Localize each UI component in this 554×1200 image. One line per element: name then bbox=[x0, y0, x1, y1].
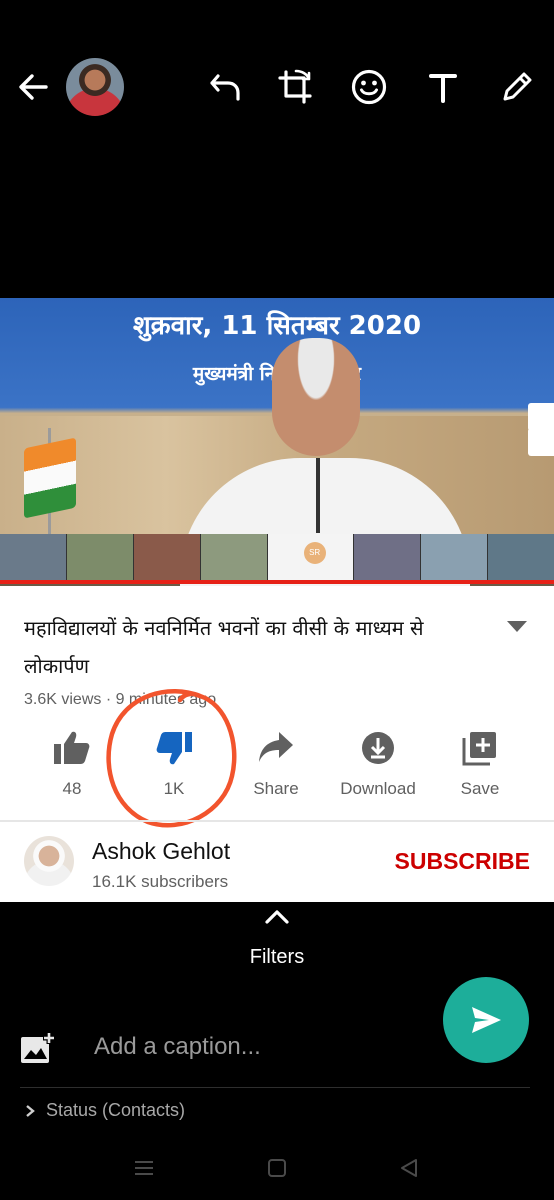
thumb-up-icon bbox=[54, 731, 90, 764]
speaker-head bbox=[272, 338, 360, 456]
caption-input[interactable]: Add a caption... bbox=[94, 1033, 261, 1061]
channel-name[interactable]: Ashok Gehlot bbox=[92, 838, 230, 865]
microphone bbox=[316, 458, 320, 533]
emoji-icon bbox=[351, 69, 387, 105]
crop-rotate-icon bbox=[278, 69, 312, 104]
chevron-up-icon bbox=[265, 910, 289, 924]
download-icon bbox=[362, 732, 394, 764]
recents-button[interactable] bbox=[132, 1156, 156, 1180]
channel-avatar[interactable] bbox=[24, 836, 74, 886]
video-player[interactable]: शुक्रवार, 11 सितम्बर 2020 मुख्यमंत्री नि… bbox=[0, 298, 554, 586]
back-button[interactable] bbox=[6, 60, 60, 114]
caret-down-icon bbox=[507, 621, 527, 632]
system-back-button[interactable] bbox=[397, 1156, 421, 1180]
home-button[interactable] bbox=[265, 1156, 289, 1180]
chevron-right-icon bbox=[26, 1105, 35, 1118]
download-label: Download bbox=[340, 779, 416, 798]
save-label: Save bbox=[460, 779, 500, 798]
send-icon bbox=[472, 1007, 501, 1033]
status-selector[interactable]: Status (Contacts) bbox=[24, 1100, 185, 1121]
expand-description-button[interactable] bbox=[506, 620, 528, 639]
status-label: Status (Contacts) bbox=[46, 1100, 186, 1120]
undo-icon bbox=[210, 74, 240, 101]
triangle-back-icon bbox=[401, 1159, 417, 1177]
banner-date: शुक्रवार, 11 सितम्बर 2020 bbox=[132, 311, 422, 341]
flag-cloth bbox=[24, 437, 76, 519]
share-icon bbox=[259, 732, 293, 762]
undo-button[interactable] bbox=[198, 60, 252, 114]
add-photo-icon bbox=[21, 1032, 55, 1063]
emoji-button[interactable] bbox=[342, 60, 396, 114]
subscribe-button[interactable]: SUBSCRIBE bbox=[395, 848, 530, 875]
subscriber-count: 16.1K subscribers bbox=[92, 872, 229, 891]
filters-label[interactable]: Filters bbox=[0, 946, 554, 969]
image-preview: शुक्रवार, 11 सितम्बर 2020 मुख्यमंत्री नि… bbox=[0, 298, 554, 902]
add-image-button[interactable] bbox=[20, 1032, 55, 1069]
progress-fill bbox=[0, 580, 554, 584]
arrow-left-icon bbox=[19, 74, 48, 100]
video-title: महाविद्यालयों के नवनिर्मित भवनों का वीसी… bbox=[24, 616, 424, 678]
text-button[interactable] bbox=[416, 60, 470, 114]
side-control[interactable] bbox=[528, 403, 554, 431]
avatar[interactable] bbox=[66, 58, 124, 116]
side-control[interactable] bbox=[528, 428, 554, 456]
pencil-button[interactable] bbox=[490, 60, 544, 114]
playlist-add-icon bbox=[462, 732, 496, 766]
divider bbox=[0, 820, 554, 822]
progress-bar[interactable] bbox=[0, 580, 554, 584]
menu-lines-icon bbox=[135, 1161, 153, 1175]
square-icon bbox=[268, 1159, 286, 1177]
send-button[interactable] bbox=[443, 977, 529, 1063]
text-icon bbox=[429, 74, 457, 103]
save-button[interactable]: Save bbox=[428, 730, 532, 799]
divider bbox=[20, 1087, 530, 1088]
download-button[interactable]: Download bbox=[326, 730, 430, 799]
filters-chevron[interactable] bbox=[263, 908, 291, 931]
pencil-icon bbox=[503, 72, 532, 101]
crop-rotate-button[interactable] bbox=[268, 60, 322, 114]
highlight-circle bbox=[106, 689, 237, 828]
vc-strip: SR bbox=[0, 534, 554, 580]
